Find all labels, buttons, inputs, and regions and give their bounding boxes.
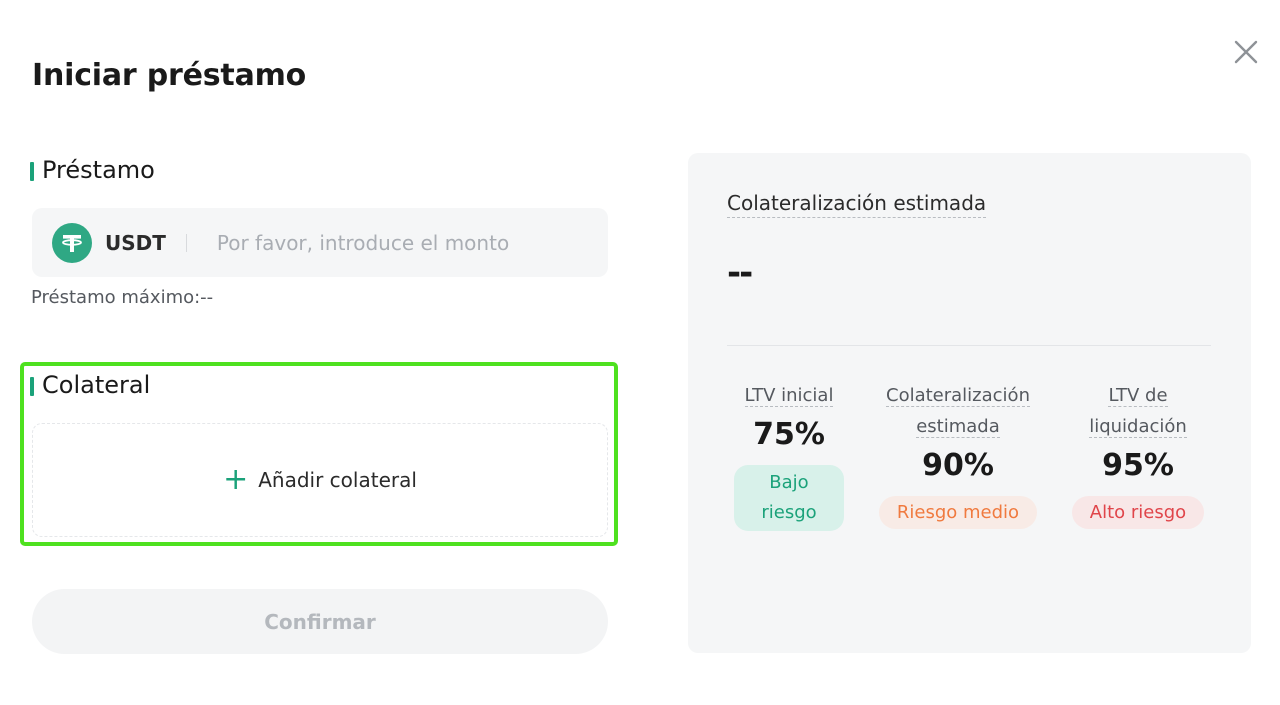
metric-value: 95% (1102, 448, 1174, 483)
metric-label[interactable]: LTV de liquidación (1089, 380, 1187, 442)
metric-value: 75% (753, 417, 825, 452)
estimated-collateralization-label[interactable]: Colateralización estimada (727, 191, 987, 218)
metric-label[interactable]: LTV inicial (744, 380, 834, 411)
metric-liquidation-ltv: LTV de liquidación 95% Alto riesgo (1058, 380, 1218, 529)
collateral-highlight-box (20, 362, 618, 546)
confirm-button[interactable]: Confirmar (32, 589, 608, 654)
metric-initial-ltv: LTV inicial 75% Bajo riesgo (734, 380, 844, 531)
metric-label-line: estimada (916, 416, 1000, 438)
metric-estimated-collateralization: Colateralización estimada 90% Riesgo med… (868, 380, 1048, 529)
risk-badge-low: Bajo riesgo (734, 465, 844, 531)
metric-label[interactable]: Colateralización estimada (886, 380, 1030, 442)
loan-section-label: Préstamo (30, 156, 155, 184)
loan-amount-input-group[interactable]: USDT (32, 208, 608, 277)
metric-value: 90% (922, 448, 994, 483)
collateral-summary-panel: Colateralización estimada -- LTV inicial… (688, 153, 1251, 653)
loan-amount-input[interactable] (216, 208, 608, 277)
metric-label-line: LTV de (1108, 385, 1168, 407)
coin-symbol[interactable]: USDT (105, 231, 166, 255)
modal-title: Iniciar préstamo (32, 58, 307, 93)
risk-badge-high: Alto riesgo (1071, 496, 1205, 529)
input-divider (185, 233, 187, 252)
tether-icon (52, 222, 92, 263)
close-icon (1234, 40, 1258, 64)
risk-badge-medium: Riesgo medio (878, 496, 1038, 529)
metric-label-line: LTV inicial (744, 385, 834, 407)
max-loan-text: Préstamo máximo:-- (31, 287, 214, 308)
estimated-collateralization-value: -- (727, 253, 753, 293)
metric-label-line: liquidación (1089, 416, 1187, 438)
close-button[interactable] (1230, 36, 1262, 68)
metric-label-line: Colateralización (886, 385, 1030, 407)
panel-divider (727, 345, 1211, 346)
loan-modal: Iniciar préstamo Préstamo USDT Préstamo … (0, 0, 1280, 705)
